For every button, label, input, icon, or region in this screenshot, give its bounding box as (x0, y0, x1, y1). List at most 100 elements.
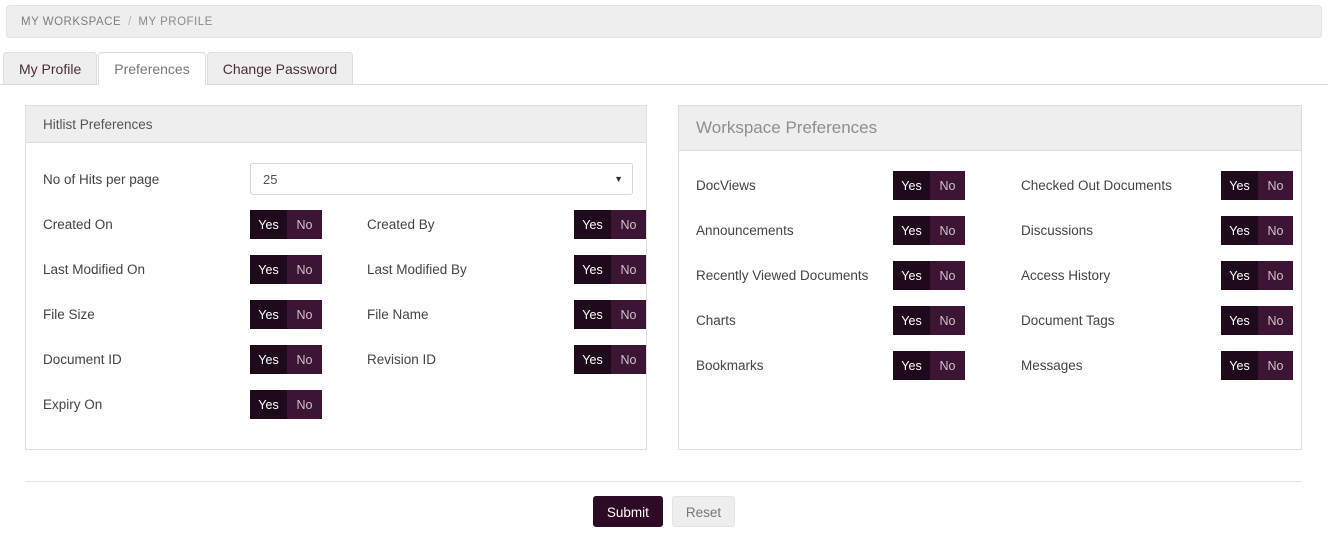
toggle-no[interactable]: No (1258, 216, 1293, 245)
toggle-file-name[interactable]: Yes No (574, 300, 646, 329)
pref-label: File Size (43, 307, 250, 322)
toggle-yes[interactable]: Yes (250, 390, 287, 419)
table-row: Document ID Yes No Revision ID Yes No (26, 337, 646, 382)
toggle-document-id[interactable]: Yes No (250, 345, 322, 374)
hits-per-page-select[interactable]: 25 ▼ (250, 163, 633, 195)
toggle-yes[interactable]: Yes (574, 300, 611, 329)
toggle-access-history[interactable]: Yes No (1221, 261, 1293, 290)
pref-access-history: Access History Yes No (1021, 261, 1293, 290)
toggle-yes[interactable]: Yes (574, 345, 611, 374)
pref-last-modified-by: Last Modified By Yes No (367, 255, 646, 284)
toggle-yes[interactable]: Yes (893, 216, 930, 245)
toggle-charts[interactable]: Yes No (893, 306, 965, 335)
chevron-down-icon: ▼ (614, 175, 623, 184)
toggle-no[interactable]: No (287, 345, 322, 374)
pref-label: DocViews (696, 178, 893, 193)
pref-discussions: Discussions Yes No (1021, 216, 1293, 245)
toggle-expiry-on[interactable]: Yes No (250, 390, 322, 419)
submit-button[interactable]: Submit (593, 496, 663, 527)
workspace-panel-title: Workspace Preferences (696, 118, 877, 138)
toggle-checked-out-documents[interactable]: Yes No (1221, 171, 1293, 200)
toggle-yes[interactable]: Yes (250, 300, 287, 329)
toggle-no[interactable]: No (930, 306, 965, 335)
toggle-no[interactable]: No (1258, 171, 1293, 200)
pref-file-name: File Name Yes No (367, 300, 646, 329)
tab-change-password[interactable]: Change Password (207, 52, 353, 84)
toggle-yes[interactable]: Yes (1221, 171, 1258, 200)
pref-label: Last Modified On (43, 262, 250, 277)
toggle-yes[interactable]: Yes (893, 351, 930, 380)
toggle-no[interactable]: No (287, 300, 322, 329)
toggle-yes[interactable]: Yes (250, 255, 287, 284)
toggle-yes[interactable]: Yes (574, 210, 611, 239)
toggle-yes[interactable]: Yes (893, 171, 930, 200)
pref-revision-id: Revision ID Yes No (367, 345, 646, 374)
table-row: Created On Yes No Created By Yes No (26, 202, 646, 247)
toggle-no[interactable]: No (1258, 261, 1293, 290)
toggle-yes[interactable]: Yes (893, 306, 930, 335)
pref-created-on: Created On Yes No (43, 210, 367, 239)
pref-messages: Messages Yes No (1021, 351, 1293, 380)
toggle-no[interactable]: No (287, 255, 322, 284)
toggle-discussions[interactable]: Yes No (1221, 216, 1293, 245)
pref-expiry-on: Expiry On Yes No (43, 390, 373, 419)
pref-label: Created On (43, 217, 250, 232)
toggle-yes[interactable]: Yes (250, 345, 287, 374)
toggle-document-tags[interactable]: Yes No (1221, 306, 1293, 335)
toggle-yes[interactable]: Yes (1221, 351, 1258, 380)
toggle-no[interactable]: No (287, 390, 322, 419)
pref-docviews: DocViews Yes No (696, 171, 1021, 200)
toggle-yes[interactable]: Yes (1221, 261, 1258, 290)
hitlist-preferences-panel: Hitlist Preferences No of Hits per page … (25, 105, 647, 450)
toggle-no[interactable]: No (930, 261, 965, 290)
tab-my-profile[interactable]: My Profile (3, 52, 97, 84)
toggle-created-on[interactable]: Yes No (250, 210, 322, 239)
toggle-yes[interactable]: Yes (893, 261, 930, 290)
toggle-no[interactable]: No (611, 345, 646, 374)
toggle-no[interactable]: No (611, 300, 646, 329)
toggle-bookmarks[interactable]: Yes No (893, 351, 965, 380)
table-row: Last Modified On Yes No Last Modified By… (26, 247, 646, 292)
toggle-yes[interactable]: Yes (250, 210, 287, 239)
pref-label: Charts (696, 313, 893, 328)
pref-checked-out-documents: Checked Out Documents Yes No (1021, 171, 1293, 200)
pref-file-size: File Size Yes No (43, 300, 367, 329)
footer-actions: Submit Reset (0, 496, 1328, 527)
toggle-no[interactable]: No (930, 171, 965, 200)
toggle-docviews[interactable]: Yes No (893, 171, 965, 200)
toggle-no[interactable]: No (1258, 306, 1293, 335)
toggle-created-by[interactable]: Yes No (574, 210, 646, 239)
toggle-yes[interactable]: Yes (1221, 216, 1258, 245)
toggle-yes[interactable]: Yes (574, 255, 611, 284)
toggle-last-modified-on[interactable]: Yes No (250, 255, 322, 284)
toggle-messages[interactable]: Yes No (1221, 351, 1293, 380)
table-row: Announcements Yes No Discussions Yes No (679, 208, 1301, 253)
toggle-no[interactable]: No (930, 216, 965, 245)
toggle-last-modified-by[interactable]: Yes No (574, 255, 646, 284)
toggle-recently-viewed-documents[interactable]: Yes No (893, 261, 965, 290)
toggle-yes[interactable]: Yes (1221, 306, 1258, 335)
toggle-no[interactable]: No (930, 351, 965, 380)
pref-label: Announcements (696, 223, 893, 238)
breadcrumb-item-workspace[interactable]: MY WORKSPACE (21, 16, 121, 28)
pref-document-id: Document ID Yes No (43, 345, 367, 374)
toggle-no[interactable]: No (1258, 351, 1293, 380)
footer-divider (25, 481, 1302, 482)
pref-label: Bookmarks (696, 358, 893, 373)
tab-preferences[interactable]: Preferences (98, 52, 205, 85)
toggle-no[interactable]: No (611, 255, 646, 284)
toggle-file-size[interactable]: Yes No (250, 300, 322, 329)
toggle-no[interactable]: No (287, 210, 322, 239)
pref-label: Revision ID (367, 352, 574, 367)
toggle-announcements[interactable]: Yes No (893, 216, 965, 245)
pref-label: Messages (1021, 358, 1221, 373)
reset-button[interactable]: Reset (672, 496, 735, 527)
toggle-revision-id[interactable]: Yes No (574, 345, 646, 374)
toggle-no[interactable]: No (611, 210, 646, 239)
hitlist-panel-body: No of Hits per page 25 ▼ Created On Yes … (26, 143, 646, 427)
table-row: Bookmarks Yes No Messages Yes No (679, 343, 1301, 388)
breadcrumb-item-profile: MY PROFILE (138, 16, 212, 28)
table-row: DocViews Yes No Checked Out Documents Ye… (679, 163, 1301, 208)
pref-recently-viewed-documents: Recently Viewed Documents Yes No (696, 261, 1021, 290)
workspace-preferences-panel: Workspace Preferences DocViews Yes No Ch… (678, 105, 1302, 450)
